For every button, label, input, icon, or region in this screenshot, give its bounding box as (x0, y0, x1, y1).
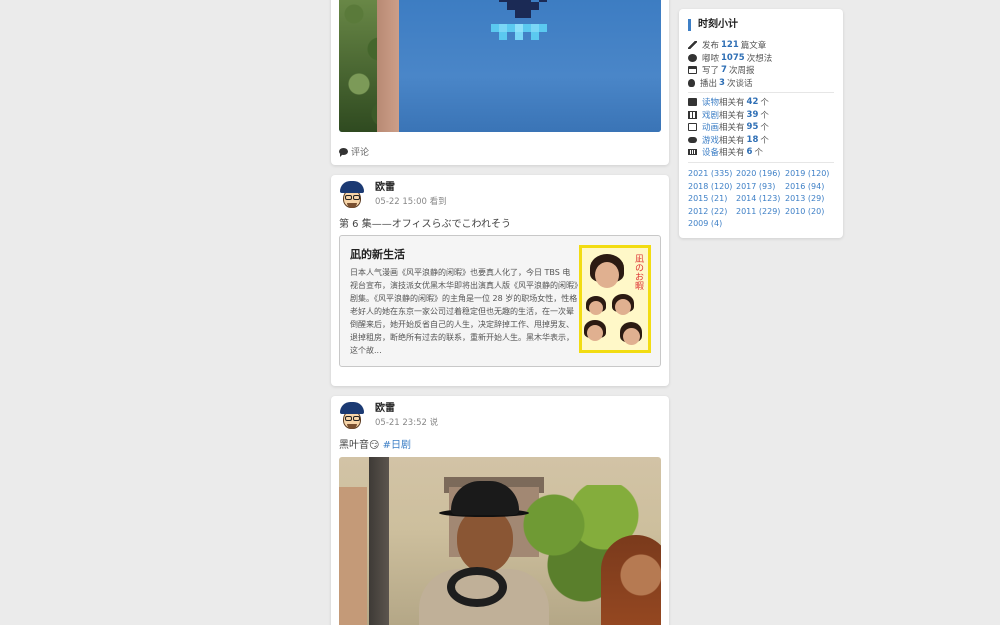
stats-widget: 时刻小计 发布 121 篇文章 嘟哝 1075 次想法 写了 7 次周报 播出 3 次谈话 读物… (679, 9, 843, 238)
stat-row-weekly: 写了 7 次周报 (688, 64, 838, 77)
media-list: 读物 相关有 42 个 戏剧 相关有 39 个 动画 相关有 95 个 游戏 相关有 18 个 设备 相关… (688, 96, 838, 159)
year-link[interactable]: 2012 (22) (688, 206, 736, 219)
post-header: 欧雷 05-22 15:00 看到 (339, 181, 447, 209)
media-row-games: 游戏 相关有 18 个 (688, 134, 838, 147)
year-link[interactable]: 2015 (21) (688, 193, 736, 206)
post-header: 欧雷 05-21 23:52 说 (339, 402, 438, 430)
author-name[interactable]: 欧雷 (375, 181, 447, 194)
post-verb: 看到 (429, 197, 447, 207)
archive-years: 2021 (335) 2020 (196) 2019 (120) 2018 (1… (688, 168, 838, 231)
year-link[interactable]: 2016 (94) (785, 181, 835, 194)
category-link[interactable]: 游戏 (702, 134, 719, 146)
embedded-title[interactable]: 凪的新生活 (350, 246, 405, 262)
comment-label: 评论 (351, 148, 370, 158)
poster-title: 凪のお暇 (633, 254, 643, 290)
hashtag-link[interactable]: #日剧 (383, 440, 411, 451)
microphone-icon (688, 78, 695, 87)
post-time[interactable]: 05-22 15:00 (375, 197, 427, 207)
widget-title: 时刻小计 (688, 19, 738, 31)
tv-icon (688, 123, 697, 132)
book-icon (688, 98, 697, 107)
media-row-books: 读物 相关有 42 个 (688, 96, 838, 109)
embedded-summary: 日本人气漫画《风平浪静的闲暇》也要真人化了，今日 TBS 电视台宣布，演技派女优… (350, 268, 578, 355)
avatar[interactable] (339, 402, 365, 430)
post-photo[interactable] (339, 457, 661, 625)
category-link[interactable]: 戏剧 (702, 109, 719, 121)
year-link[interactable]: 2010 (20) (785, 206, 835, 219)
gamepad-icon (688, 136, 697, 143)
calendar-icon (688, 66, 697, 75)
stat-row-talks: 播出 3 次谈话 (688, 77, 838, 90)
post-text-content: 黑叶音😏 (339, 440, 380, 451)
year-link[interactable]: 2020 (196) (736, 168, 785, 181)
category-link[interactable]: 设备 (702, 146, 719, 158)
tshirt-image-region (399, 0, 661, 132)
poster-image: 凪のお暇 (579, 245, 651, 353)
year-link[interactable]: 2011 (229) (736, 206, 785, 219)
media-row-anime: 动画 相关有 95 个 (688, 121, 838, 134)
avatar[interactable] (339, 181, 365, 209)
divider (688, 92, 834, 93)
post-photo[interactable] (339, 0, 661, 132)
divider (688, 162, 834, 163)
stat-row-thoughts: 嘟哝 1075 次想法 (688, 52, 838, 65)
chat-icon (688, 53, 697, 62)
comment-icon (339, 148, 348, 157)
category-link[interactable]: 读物 (702, 96, 719, 108)
year-link[interactable]: 2017 (93) (736, 181, 785, 194)
post-card: 欧雷 05-22 15:00 看到 第 6 集——オフィスらぶでこわれそう 凪的… (331, 175, 669, 386)
film-icon (688, 110, 697, 119)
post-verb: 说 (429, 418, 439, 428)
post-time[interactable]: 05-21 23:52 (375, 418, 427, 428)
pencil-icon (688, 41, 697, 50)
post-text: 黑叶音😏 #日剧 (339, 436, 411, 451)
embedded-card[interactable]: 凪的新生活 日本人气漫画《风平浪静的闲暇》也要真人化了，今日 TBS 电视台宣布… (339, 235, 661, 367)
year-link[interactable]: 2019 (120) (785, 168, 835, 181)
media-row-drama: 戏剧 相关有 39 个 (688, 109, 838, 122)
media-row-devices: 设备 相关有 6 个 (688, 146, 838, 159)
comment-link[interactable]: 评论 (339, 145, 369, 158)
post-card: 欧雷 05-21 23:52 说 黑叶音😏 #日剧 (331, 396, 669, 625)
stat-row-posts: 发布 121 篇文章 (688, 39, 838, 52)
year-link[interactable]: 2021 (335) (688, 168, 736, 181)
stats-list: 发布 121 篇文章 嘟哝 1075 次想法 写了 7 次周报 播出 3 次谈话 (688, 39, 838, 89)
post-text: 第 6 集——オフィスらぶでこわれそう (339, 219, 512, 230)
year-link[interactable]: 2014 (123) (736, 193, 785, 206)
year-link[interactable]: 2009 (4) (688, 218, 736, 231)
category-link[interactable]: 动画 (702, 121, 719, 133)
author-name[interactable]: 欧雷 (375, 402, 438, 415)
keyboard-icon (688, 149, 697, 156)
post-card: 评论 (331, 0, 669, 165)
year-link[interactable]: 2013 (29) (785, 193, 835, 206)
year-link[interactable]: 2018 (120) (688, 181, 736, 194)
